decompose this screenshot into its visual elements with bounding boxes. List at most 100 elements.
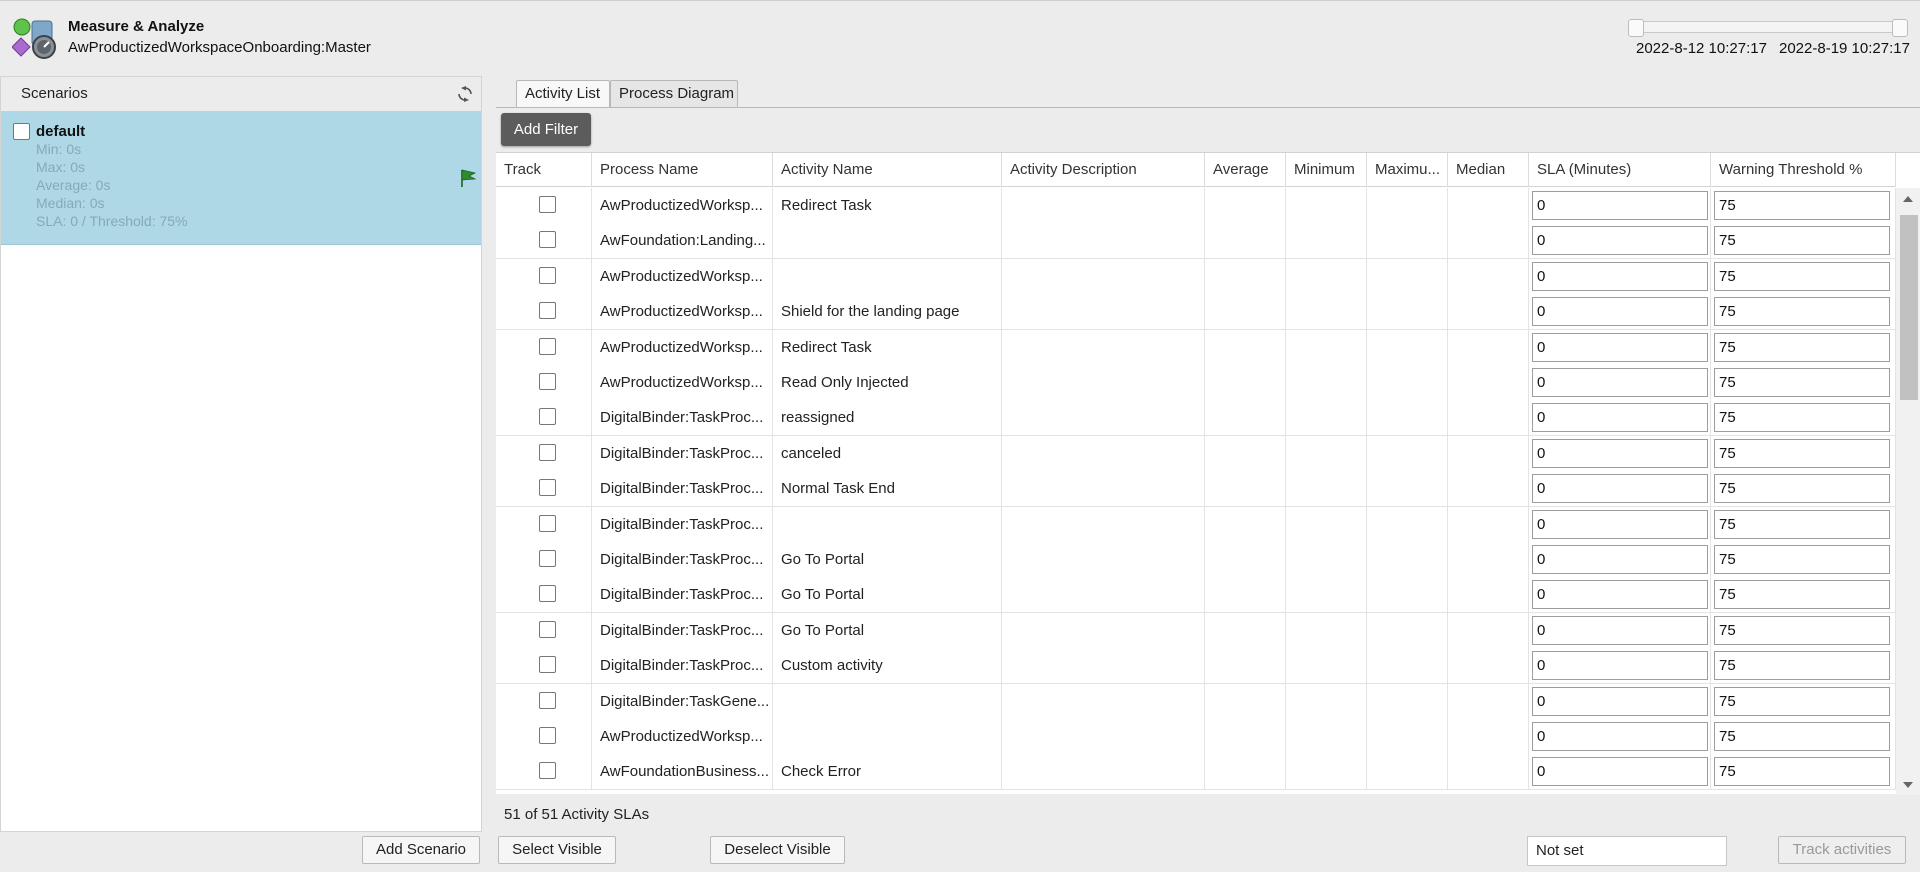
- track-checkbox[interactable]: [539, 620, 556, 638]
- sla-minutes-input[interactable]: 0: [1532, 686, 1708, 716]
- scenario-stat-max: Max: 0s: [36, 159, 86, 175]
- slider-start-handle[interactable]: [1628, 19, 1644, 37]
- track-checkbox[interactable]: [539, 762, 556, 780]
- activity-table: Track Process Name Activity Name Activit…: [496, 152, 1920, 795]
- column-header-track[interactable]: Track: [496, 153, 592, 187]
- process-name-cell: DigitalBinder:TaskProc...: [592, 435, 773, 471]
- activity-name-cell: [773, 506, 1002, 542]
- track-checkbox[interactable]: [539, 514, 556, 532]
- deselect-visible-button[interactable]: Deselect Visible: [710, 836, 845, 864]
- track-checkbox[interactable]: [539, 408, 556, 426]
- activity-description-cell: [1002, 683, 1205, 719]
- scroll-up-icon[interactable]: [1903, 196, 1913, 202]
- sla-minutes-input[interactable]: 0: [1532, 474, 1708, 504]
- warning-threshold-input[interactable]: 75: [1714, 686, 1890, 716]
- sla-minutes-input[interactable]: 0: [1532, 509, 1708, 539]
- column-header-median[interactable]: Median: [1448, 153, 1529, 187]
- slider-end-handle[interactable]: [1892, 19, 1908, 37]
- average-cell: [1205, 471, 1286, 507]
- track-activities-button[interactable]: Track activities: [1778, 836, 1906, 864]
- warning-threshold-input[interactable]: 75: [1714, 297, 1890, 327]
- tab-activity-list[interactable]: Activity List: [516, 80, 610, 108]
- activity-name-cell: Redirect Task: [773, 188, 1002, 223]
- column-header-sla-minutes[interactable]: SLA (Minutes): [1529, 153, 1711, 187]
- average-cell: [1205, 506, 1286, 542]
- add-filter-button[interactable]: Add Filter: [501, 113, 591, 146]
- column-header-activity-description[interactable]: Activity Description: [1002, 153, 1205, 187]
- track-checkbox[interactable]: [539, 443, 556, 461]
- track-checkbox[interactable]: [539, 727, 556, 744]
- warning-threshold-cell: 75: [1711, 188, 1896, 223]
- table-row: DigitalBinder:TaskProc... canceled 0 75: [496, 435, 1896, 472]
- column-header-activity-name[interactable]: Activity Name: [773, 153, 1002, 187]
- activity-name-cell: [773, 223, 1002, 259]
- warning-threshold-input[interactable]: 75: [1714, 261, 1890, 291]
- track-checkbox[interactable]: [539, 479, 556, 497]
- activity-description-cell: [1002, 471, 1205, 507]
- warning-threshold-input[interactable]: 75: [1714, 226, 1890, 256]
- warning-threshold-input[interactable]: 75: [1714, 545, 1890, 574]
- sla-minutes-input[interactable]: 0: [1532, 403, 1708, 433]
- sla-minutes-input[interactable]: 0: [1532, 368, 1708, 397]
- warning-threshold-input[interactable]: 75: [1714, 615, 1890, 645]
- refresh-icon[interactable]: [457, 86, 473, 102]
- column-header-process-name[interactable]: Process Name: [592, 153, 773, 187]
- track-checkbox[interactable]: [539, 196, 556, 213]
- date-range-slider[interactable]: [1628, 19, 1908, 37]
- sla-minutes-input[interactable]: 0: [1532, 438, 1708, 468]
- track-checkbox[interactable]: [539, 656, 556, 674]
- sla-minutes-input[interactable]: 0: [1532, 332, 1708, 362]
- track-checkbox[interactable]: [539, 373, 556, 390]
- scenario-checkbox[interactable]: [13, 123, 30, 140]
- warning-threshold-input[interactable]: 75: [1714, 438, 1890, 468]
- sla-minutes-input[interactable]: 0: [1532, 580, 1708, 610]
- warning-threshold-input[interactable]: 75: [1714, 191, 1890, 220]
- tab-process-diagram[interactable]: Process Diagram: [610, 80, 738, 108]
- track-checkbox[interactable]: [539, 691, 556, 709]
- sla-minutes-input[interactable]: 0: [1532, 722, 1708, 751]
- track-cell: [496, 400, 592, 436]
- column-header-average[interactable]: Average: [1205, 153, 1286, 187]
- table-row: DigitalBinder:TaskProc... Go To Portal 0 75: [496, 612, 1896, 649]
- track-checkbox[interactable]: [539, 337, 556, 355]
- warning-threshold-input[interactable]: 75: [1714, 722, 1890, 751]
- minimum-cell: [1286, 258, 1367, 294]
- sla-minutes-input[interactable]: 0: [1532, 545, 1708, 574]
- scenario-item-default[interactable]: default Min: 0s Max: 0s Average: 0s Medi…: [1, 111, 481, 245]
- warning-threshold-input[interactable]: 75: [1714, 651, 1890, 681]
- warning-threshold-input[interactable]: 75: [1714, 474, 1890, 504]
- table-row: DigitalBinder:TaskProc... 0 75: [496, 506, 1896, 543]
- select-visible-button[interactable]: Select Visible: [498, 836, 616, 864]
- sla-minutes-input[interactable]: 0: [1532, 261, 1708, 291]
- process-name-cell: DigitalBinder:TaskGene...: [592, 683, 773, 719]
- track-checkbox[interactable]: [539, 231, 556, 249]
- sla-minutes-input[interactable]: 0: [1532, 226, 1708, 256]
- track-checkbox[interactable]: [539, 585, 556, 603]
- minimum-cell: [1286, 754, 1367, 790]
- sla-minutes-input[interactable]: 0: [1532, 757, 1708, 787]
- scroll-down-icon[interactable]: [1903, 782, 1913, 788]
- warning-threshold-input[interactable]: 75: [1714, 368, 1890, 397]
- column-header-minimum[interactable]: Minimum: [1286, 153, 1367, 187]
- warning-threshold-input[interactable]: 75: [1714, 509, 1890, 539]
- track-checkbox[interactable]: [539, 302, 556, 320]
- add-scenario-button[interactable]: Add Scenario: [362, 836, 480, 864]
- sla-minutes-input[interactable]: 0: [1532, 191, 1708, 220]
- track-checkbox[interactable]: [539, 266, 556, 284]
- sla-cell: 0: [1529, 612, 1711, 648]
- scroll-thumb[interactable]: [1900, 215, 1918, 400]
- vertical-scrollbar[interactable]: [1896, 188, 1920, 795]
- warning-threshold-input[interactable]: 75: [1714, 757, 1890, 787]
- sla-minutes-input[interactable]: 0: [1532, 297, 1708, 327]
- track-status-select[interactable]: Not set: [1527, 836, 1727, 866]
- column-header-warning-threshold[interactable]: Warning Threshold %: [1711, 153, 1896, 187]
- warning-threshold-input[interactable]: 75: [1714, 403, 1890, 433]
- warning-threshold-input[interactable]: 75: [1714, 332, 1890, 362]
- sla-minutes-input[interactable]: 0: [1532, 615, 1708, 645]
- scenario-stat-median: Median: 0s: [36, 195, 105, 211]
- column-header-maximum[interactable]: Maximu...: [1367, 153, 1448, 187]
- activity-name-cell: canceled: [773, 435, 1002, 471]
- sla-minutes-input[interactable]: 0: [1532, 651, 1708, 681]
- track-checkbox[interactable]: [539, 550, 556, 567]
- warning-threshold-input[interactable]: 75: [1714, 580, 1890, 610]
